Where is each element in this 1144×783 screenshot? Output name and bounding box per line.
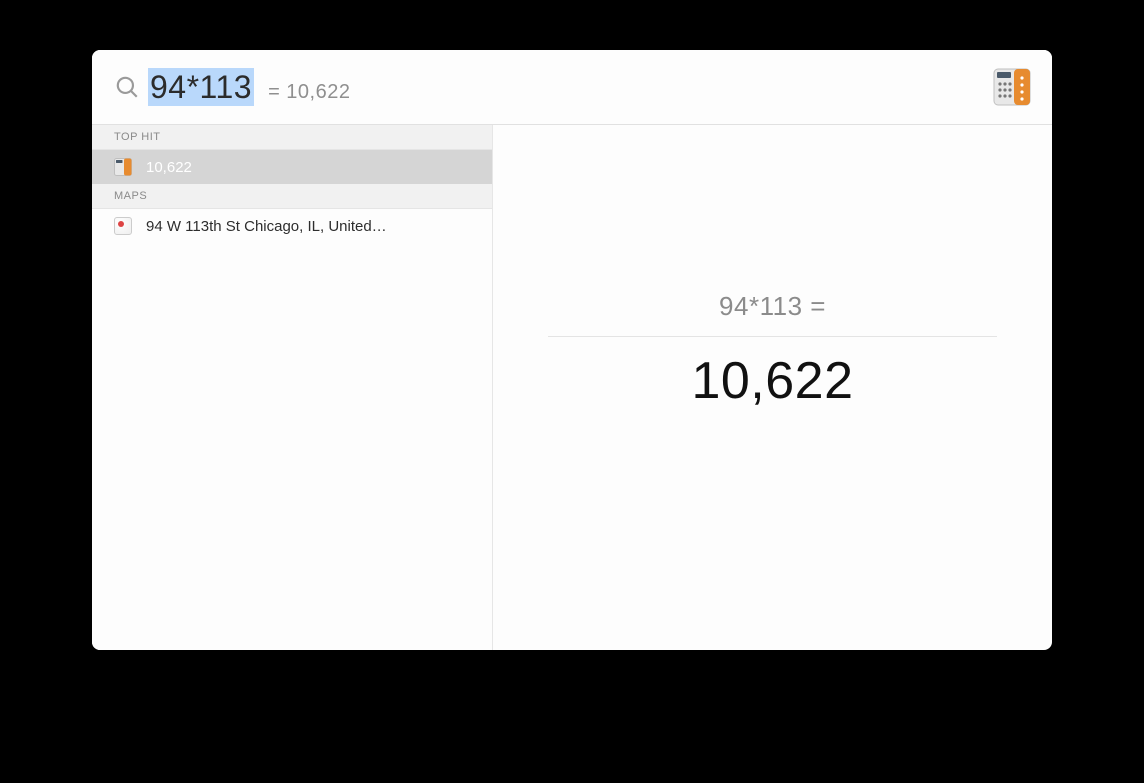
content-area: TOP HIT 10,622 MAPS 94 W 113th St Chicag… [92,125,1052,650]
search-icon [110,74,144,100]
spotlight-window: 94*113 = 10,622 TOP HIT [92,50,1052,650]
divider [548,336,997,337]
inline-result: = 10,622 [268,81,350,104]
section-header-maps: MAPS [92,184,492,209]
search-query-text: 94*113 [148,68,254,106]
calculator-icon [992,67,1032,107]
result-top-hit[interactable]: 10,622 [92,150,492,184]
result-label: 10,622 [146,159,192,176]
result-label: 94 W 113th St Chicago, IL, United… [146,218,387,235]
section-header-top-hit: TOP HIT [92,125,492,150]
search-bar: 94*113 = 10,622 [92,50,1052,125]
detail-pane: 94*113 = 10,622 [493,125,1052,650]
results-sidebar: TOP HIT 10,622 MAPS 94 W 113th St Chicag… [92,125,493,650]
result-maps[interactable]: 94 W 113th St Chicago, IL, United… [92,209,492,243]
search-input[interactable]: 94*113 = 10,622 [148,68,992,106]
detail-expression: 94*113 = [523,285,1022,336]
detail-result: 10,622 [691,351,853,411]
maps-icon [114,217,132,235]
calculator-icon [114,158,132,176]
